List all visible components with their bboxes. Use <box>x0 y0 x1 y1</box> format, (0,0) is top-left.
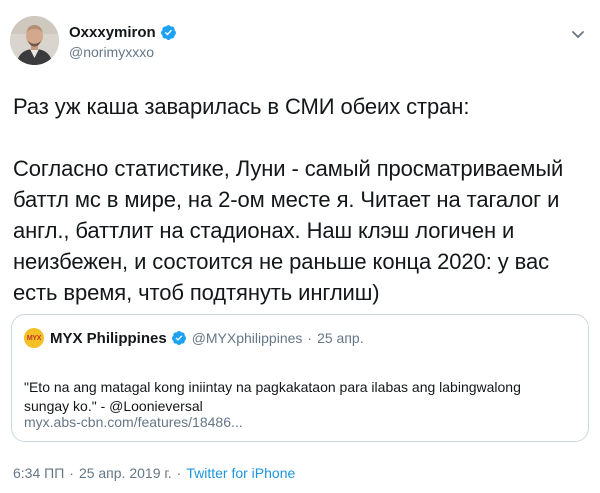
author-avatar[interactable] <box>10 16 59 65</box>
tweet-meta: 6:34 ПП · 25 апр. 2019 г. · Twitter for … <box>13 465 295 481</box>
tweet-text: Раз уж каша заварилась в СМИ обеих стран… <box>13 91 591 308</box>
quoted-avatar-logo-text: MYX <box>26 334 42 342</box>
tweet-date[interactable]: 25 апр. 2019 г. <box>79 465 172 481</box>
quoted-verified-badge-icon <box>171 330 187 346</box>
author-display-name[interactable]: Oxxxymiron <box>69 24 156 41</box>
quoted-author-avatar: MYX <box>24 328 44 348</box>
author-handle[interactable]: @norimyxxxo <box>69 44 177 60</box>
quoted-tweet-header: MYX MYX Philippines @MYXphilippines · 25… <box>24 328 364 348</box>
author-name-row: Oxxxymiron <box>69 22 177 42</box>
quoted-tweet[interactable]: MYX MYX Philippines @MYXphilippines · 25… <box>11 314 589 442</box>
quoted-author-name: MYX Philippines <box>50 329 167 347</box>
meta-separator: · <box>69 465 74 481</box>
quoted-tweet-text: "Eto na ang matagal kong iniintay na pag… <box>24 359 574 416</box>
caret-down-icon[interactable] <box>570 26 586 42</box>
quoted-author-handle: @MYXphilippines <box>191 330 303 346</box>
tweet-paragraph: Раз уж каша заварилась в СМИ обеих стран… <box>13 94 470 119</box>
quoted-date: 25 апр. <box>317 330 364 346</box>
meta-separator: · <box>176 465 182 481</box>
verified-badge-icon <box>160 24 177 41</box>
tweet-card: Oxxxymiron @norimyxxxo Раз уж каша завар… <box>0 0 600 493</box>
tweet-paragraph: Согласно статистике, Луни - самый просма… <box>13 156 564 305</box>
quoted-tweet-link[interactable]: myx.abs-cbn.com/features/18486... <box>24 414 243 430</box>
tweet-time[interactable]: 6:34 ПП <box>13 465 64 481</box>
quoted-tweet-text-content: "Eto na ang matagal kong iniintay na pag… <box>24 379 521 414</box>
tweet-source-link[interactable]: Twitter for iPhone <box>186 465 295 481</box>
quoted-separator: · <box>307 330 313 346</box>
author-block: Oxxxymiron @norimyxxxo <box>69 22 177 60</box>
